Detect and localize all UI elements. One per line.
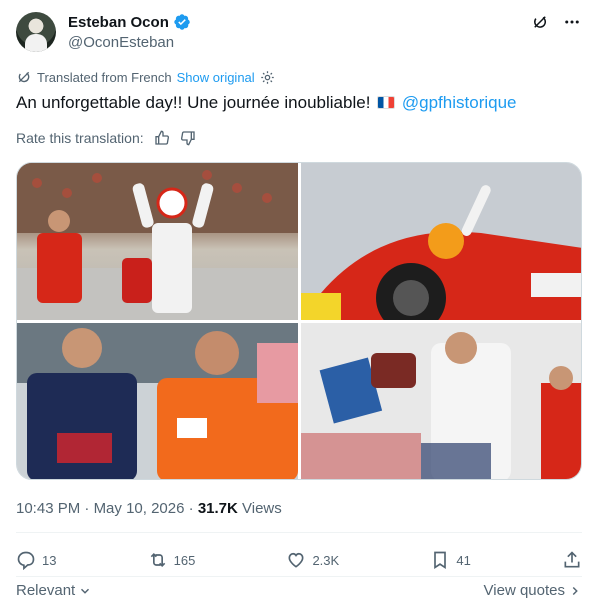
france-flag-icon	[377, 96, 396, 109]
share-button[interactable]	[562, 548, 582, 572]
media-image-3[interactable]	[17, 323, 298, 479]
sort-relevant-label: Relevant	[16, 582, 76, 599]
heart-icon	[288, 552, 304, 568]
action-bar: 13 165 2.3K 41	[16, 548, 582, 572]
media-image-2[interactable]	[301, 163, 581, 320]
thumbs-up-icon[interactable]	[154, 130, 170, 146]
views-label: Views	[242, 500, 282, 517]
view-quotes-link[interactable]: View quotes	[484, 582, 582, 599]
views-count: 31.7K	[197, 500, 238, 517]
tweet-header: Esteban Ocon @OconEsteban	[16, 12, 582, 54]
author-name[interactable]: Esteban Ocon	[68, 14, 169, 31]
sort-relevant-dropdown[interactable]: Relevant	[16, 582, 92, 599]
settings-gear-icon[interactable]	[260, 70, 275, 85]
repost-button[interactable]: 165	[148, 548, 196, 572]
mention-link[interactable]: @gpfhistorique	[402, 93, 517, 112]
media-grid	[16, 162, 582, 480]
meta-separator: ·	[188, 500, 194, 517]
meta-separator: ·	[84, 500, 90, 517]
translate-icon	[18, 71, 30, 83]
divider	[16, 576, 582, 577]
tweet-date[interactable]: May 10, 2026	[94, 500, 185, 517]
avatar[interactable]	[16, 12, 56, 52]
bookmark-icon	[434, 551, 447, 570]
grok-icon[interactable]	[530, 12, 550, 32]
reply-icon	[17, 551, 35, 570]
chevron-right-icon	[572, 586, 578, 595]
translated-from-label: Translated from French	[37, 69, 172, 85]
bookmark-count: 41	[456, 552, 471, 568]
reply-button[interactable]: 13	[16, 548, 56, 572]
author-handle[interactable]: @OconEsteban	[68, 34, 174, 51]
media-image-1[interactable]	[17, 163, 298, 320]
verified-badge-icon	[174, 14, 190, 30]
rate-translation: Rate this translation:	[16, 130, 196, 146]
chevron-down-icon	[81, 588, 90, 594]
header-actions	[530, 12, 582, 32]
tweet-meta: 10:43 PM · May 10, 2026 · 31.7K Views	[16, 500, 282, 517]
more-options-icon[interactable]	[562, 12, 582, 32]
repost-count: 165	[173, 552, 196, 568]
tweet-text: An unforgettable day!! Une journée inoub…	[16, 92, 576, 114]
repost-icon	[150, 552, 165, 568]
tweet-time[interactable]: 10:43 PM	[16, 500, 80, 517]
show-original-link[interactable]: Show original	[177, 70, 255, 85]
author-name-row[interactable]: Esteban Ocon	[68, 13, 191, 31]
translation-notice: Translated from French Show original	[16, 69, 275, 85]
tweet-body: An unforgettable day!! Une journée inoub…	[16, 93, 371, 112]
media-image-4[interactable]	[301, 323, 581, 479]
share-icon	[564, 551, 580, 568]
thumbs-down-icon[interactable]	[180, 130, 196, 146]
like-button[interactable]: 2.3K	[286, 548, 339, 572]
like-count: 2.3K	[312, 552, 340, 568]
rate-translation-label: Rate this translation:	[16, 130, 144, 146]
view-quotes-label: View quotes	[483, 582, 565, 599]
reply-count: 13	[42, 552, 57, 568]
divider	[16, 532, 582, 533]
bookmark-button[interactable]: 41	[430, 548, 471, 572]
tweet-footer: Relevant View quotes	[16, 582, 582, 599]
